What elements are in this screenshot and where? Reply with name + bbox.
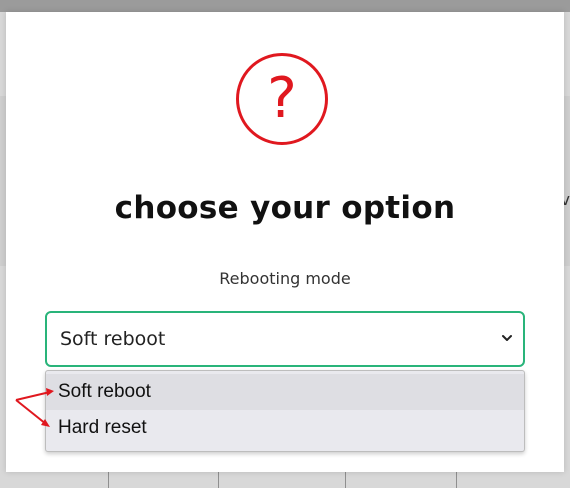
- select-selected-value: Soft reboot: [60, 328, 166, 350]
- rebooting-mode-label: Rebooting mode: [219, 269, 351, 288]
- question-mark-circle-icon: ?: [236, 53, 328, 145]
- option-soft-reboot[interactable]: Soft reboot: [46, 374, 524, 410]
- option-hard-reset[interactable]: Hard reset: [46, 410, 524, 446]
- dialog-title: choose your option: [114, 190, 456, 226]
- backdrop-divider: [456, 472, 457, 488]
- backdrop-top-strip: [0, 0, 570, 12]
- backdrop-divider: [345, 472, 346, 488]
- option-dialog: ? choose your option Rebooting mode Soft…: [6, 12, 564, 472]
- rebooting-mode-options-list: Soft reboot Hard reset: [45, 370, 525, 452]
- chevron-down-icon: [502, 335, 512, 341]
- annotation-arrows-icon: [15, 388, 54, 427]
- backdrop-divider: [218, 472, 219, 488]
- backdrop-divider: [108, 472, 109, 488]
- rebooting-mode-select[interactable]: Soft reboot: [45, 311, 525, 367]
